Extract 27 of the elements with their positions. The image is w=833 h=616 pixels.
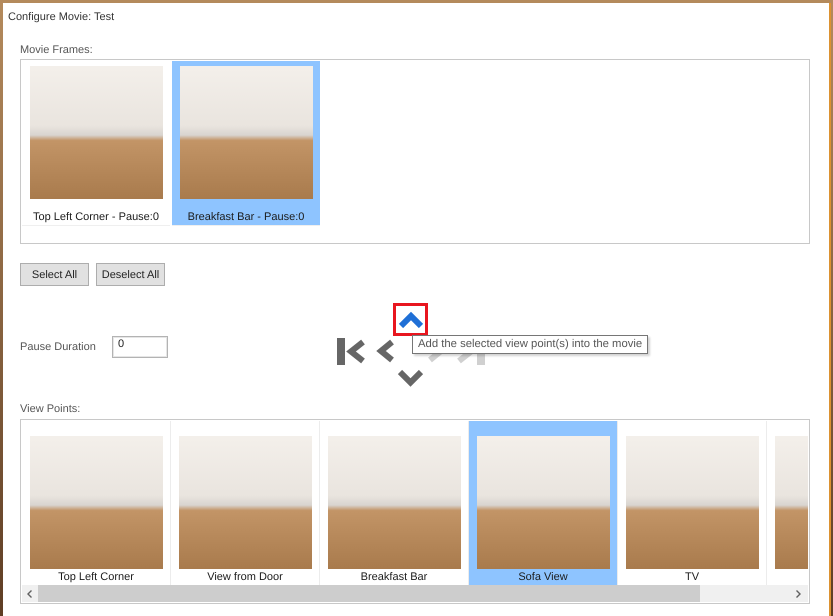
horizontal-scrollbar[interactable]	[22, 585, 808, 602]
movie-frame-item[interactable]: Top Left Corner - Pause:0	[22, 61, 170, 226]
tooltip: Add the selected view point(s) into the movie	[412, 335, 648, 354]
view-caption: TV	[684, 570, 700, 585]
view-caption: View from Door	[207, 570, 283, 585]
view-point-item[interactable]: View from Door	[171, 421, 320, 585]
deselect-all-button[interactable]: Deselect All	[96, 263, 165, 286]
view-caption: Sofa View	[518, 570, 568, 585]
view-caption: Top Left Corner	[58, 570, 134, 585]
window-title: Configure Movie: Test	[8, 11, 114, 24]
up-button[interactable]	[393, 303, 428, 336]
section-label: Movie Frames:	[20, 44, 93, 57]
scrollbar-thumb[interactable]	[38, 585, 700, 602]
frame-caption: Breakfast Bar - Pause:0	[188, 211, 304, 224]
pause-duration-label: Pause Duration	[20, 341, 97, 353]
pause-duration-field[interactable]: 0	[112, 336, 168, 358]
section-label: View Points:	[20, 403, 80, 416]
view-point-item[interactable]: Top Left Corner	[22, 421, 171, 585]
movie-frame-item[interactable]: Breakfast Bar - Pause:0	[172, 61, 320, 226]
view-point-item[interactable]: TV	[618, 421, 767, 585]
view-point-item[interactable]: Breakfast Bar	[320, 421, 469, 585]
chevron-left-icon[interactable]	[27, 590, 32, 598]
chevron-right-icon[interactable]	[796, 590, 801, 598]
select-all-button[interactable]: Select All	[20, 263, 89, 286]
view-point-item[interactable]: Sofa View	[469, 421, 618, 585]
view-caption: Breakfast Bar	[360, 570, 428, 585]
frame-caption: Top Left Corner - Pause:0	[33, 211, 159, 224]
